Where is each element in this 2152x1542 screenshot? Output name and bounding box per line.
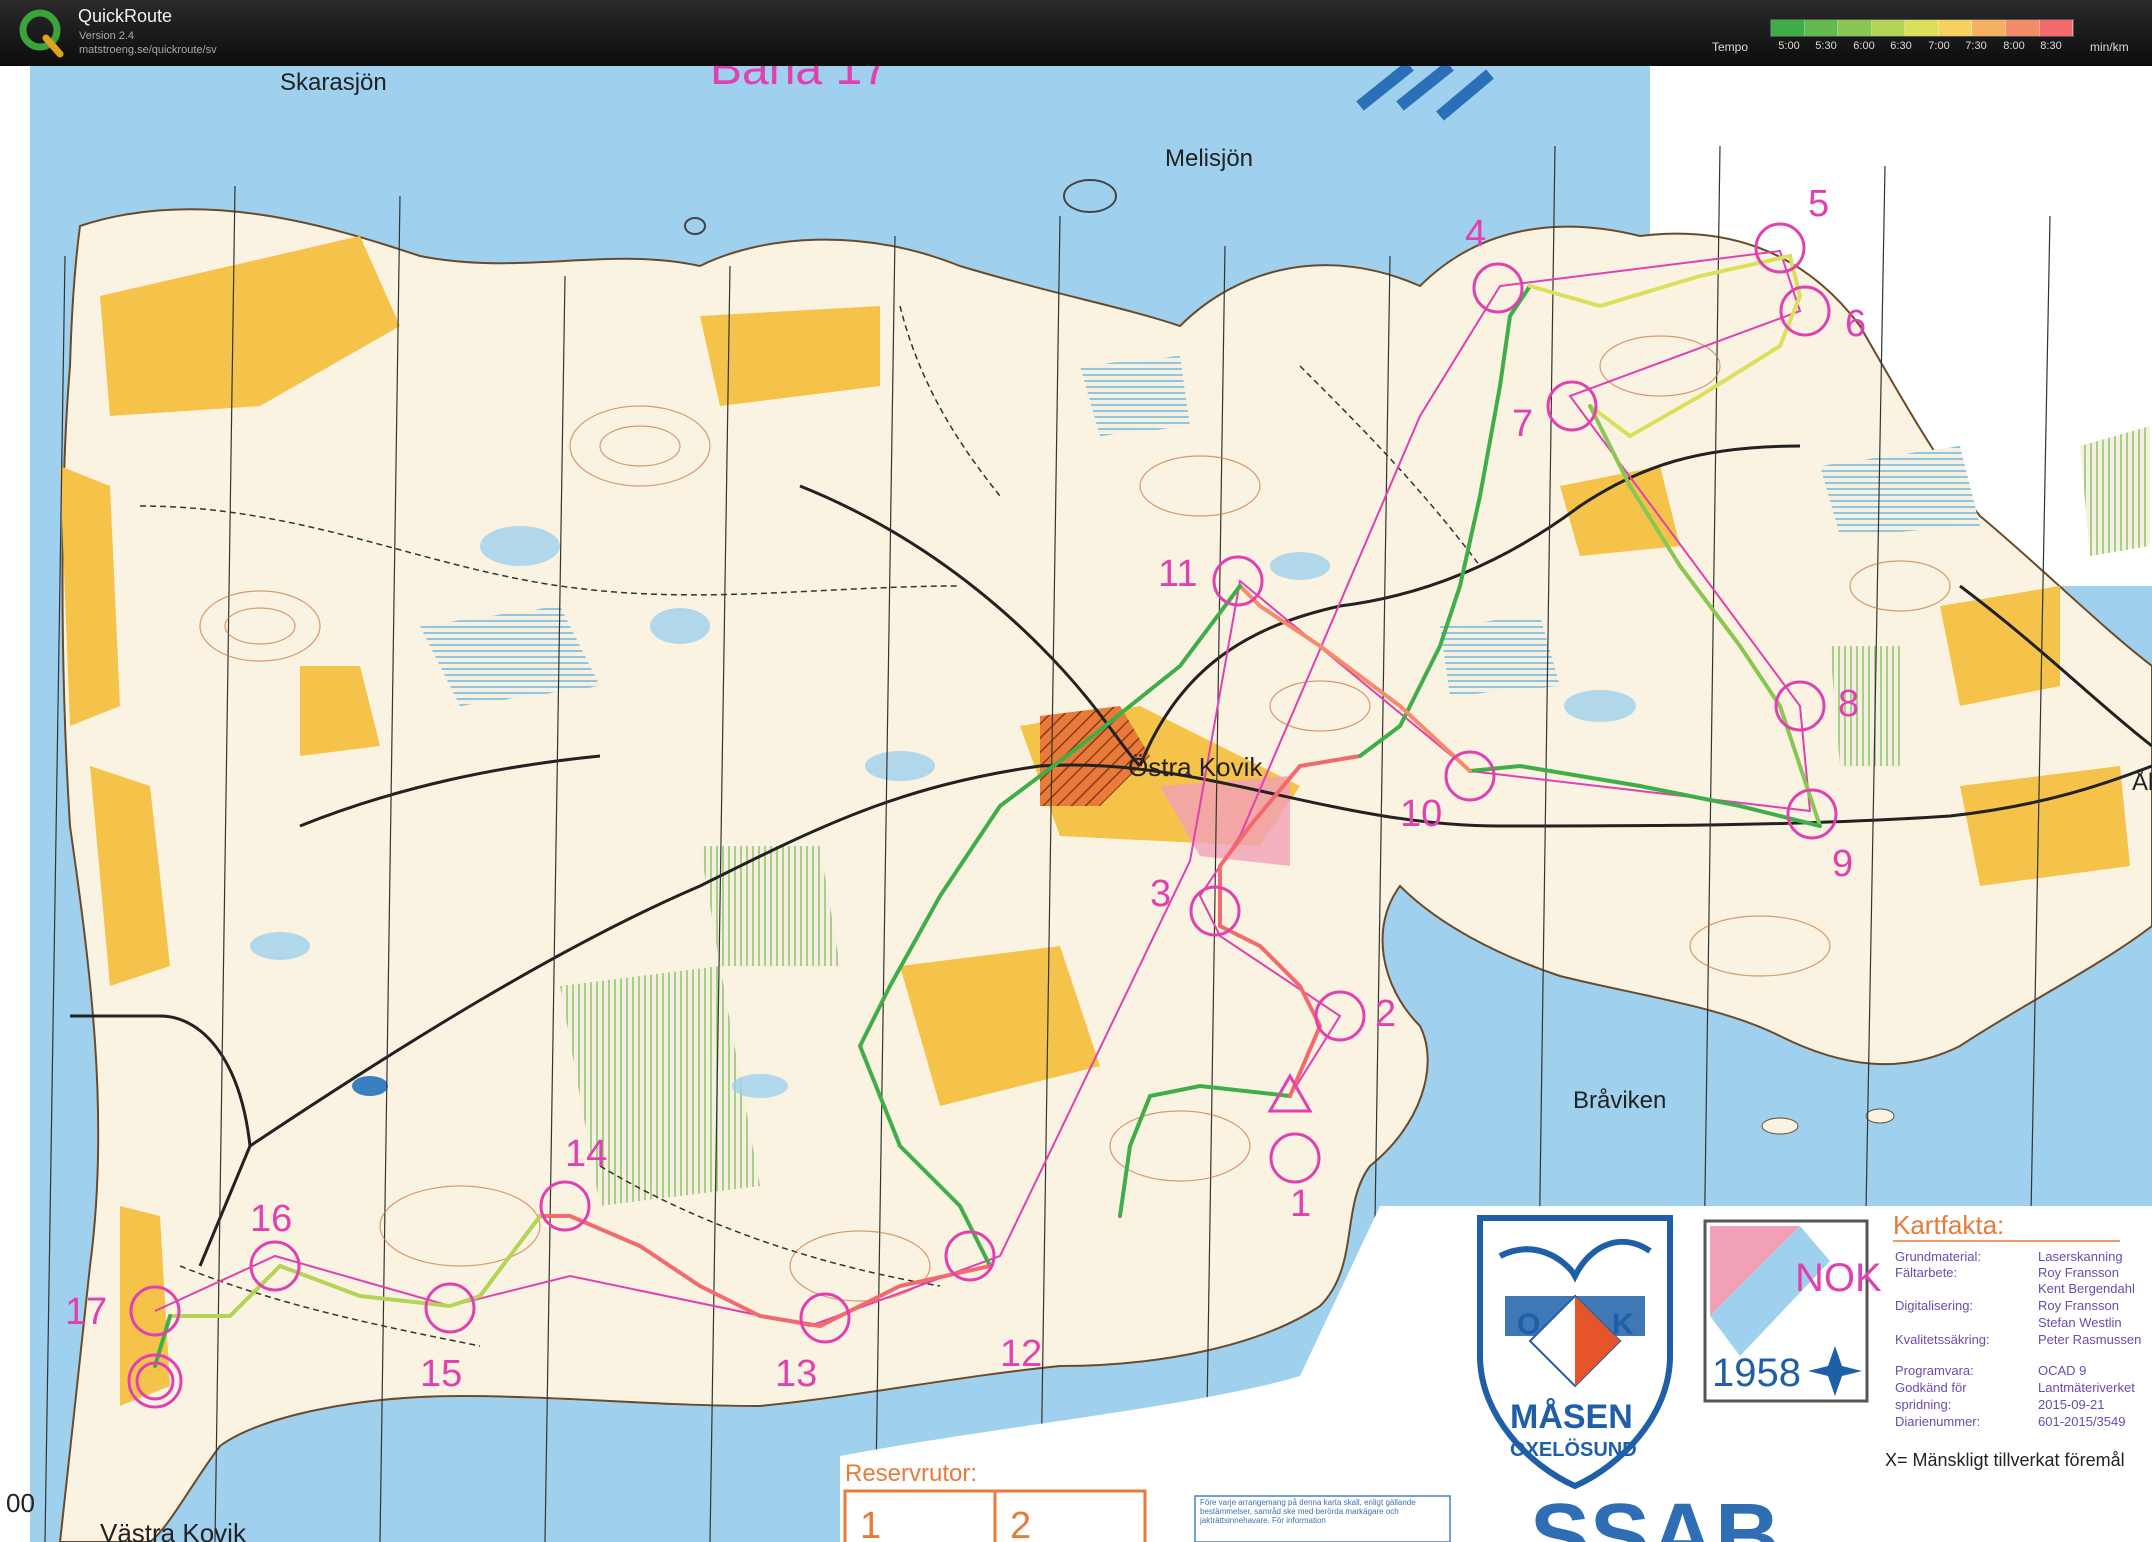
control-number-6: 6 [1845, 303, 1866, 345]
svg-text:2015-09-21: 2015-09-21 [2038, 1397, 2105, 1412]
tempo-color-swatch [1972, 20, 2006, 36]
svg-text:Roy Fransson: Roy Fransson [2038, 1298, 2119, 1313]
svg-text:Fältarbete:: Fältarbete: [1895, 1265, 1957, 1280]
pond [352, 1076, 388, 1096]
svg-text:Grundmaterial:: Grundmaterial: [1895, 1249, 1981, 1264]
tempo-color-swatch [1871, 20, 1906, 36]
svg-text:spridning:: spridning: [1895, 1397, 1951, 1412]
tempo-tick: 8:30 [2040, 40, 2062, 52]
orienteering-map-view[interactable]: 1 2 3 4 5 6 7 8 9 10 11 12 13 14 15 16 1… [0, 66, 2152, 1542]
tempo-color-scale [1770, 19, 2074, 37]
logo-club-town: OXELÖSUND [1510, 1438, 1637, 1461]
scale-fragment: 00 [6, 1488, 35, 1518]
control-number-14: 14 [565, 1133, 607, 1175]
logo-letter-o: O [1517, 1308, 1540, 1341]
control-number-5: 5 [1808, 183, 1829, 225]
control-number-12: 12 [1000, 1333, 1042, 1375]
place-name-vastra-kovik: Västra Kovik [100, 1518, 247, 1542]
control-number-17: 17 [65, 1291, 107, 1333]
control-number-10: 10 [1400, 793, 1442, 835]
svg-text:Laserskanning: Laserskanning [2038, 1249, 2123, 1264]
svg-text:601-2015/3549: 601-2015/3549 [2038, 1414, 2125, 1429]
notice-text: Före varje arrangemang på denna karta sk… [1200, 1498, 1416, 1525]
place-name-skarasjon: Skarasjön [280, 69, 387, 96]
nok-logo-text: NOK [1795, 1256, 1882, 1300]
svg-text:Stefan Westlin: Stefan Westlin [2038, 1315, 2122, 1330]
pond [1063, 179, 1117, 213]
tempo-label: Tempo [1712, 40, 1749, 54]
sponsor-logo: SSAB [1530, 1486, 1780, 1542]
app-name: QuickRoute [78, 6, 173, 26]
tempo-color-swatch [1938, 20, 1973, 36]
tempo-ticks: 5:00 5:30 6:00 6:30 7:00 7:30 8:00 8:30 [1770, 40, 2072, 54]
tempo-color-swatch [2039, 20, 2074, 36]
svg-text:Peter Rasmussen: Peter Rasmussen [2038, 1332, 2141, 1347]
tempo-color-swatch [2005, 20, 2040, 36]
control-number-9: 9 [1832, 843, 1853, 885]
control-number-4: 4 [1465, 213, 1486, 255]
kartfakta-footnote: X= Mänskligt tillverkat föremål [1885, 1450, 2125, 1470]
control-number-8: 8 [1838, 683, 1859, 725]
course-title: Bana 17 [710, 66, 889, 95]
svg-text:Diarienummer:: Diarienummer: [1895, 1414, 1980, 1429]
tempo-unit: min/km [2090, 40, 2129, 54]
pond [684, 217, 706, 235]
place-name-melisjon: Melisjön [1165, 145, 1253, 172]
islet [1865, 1108, 1895, 1124]
svg-text:Godkänd för: Godkänd för [1895, 1380, 1967, 1395]
control-number-11: 11 [1158, 553, 1197, 595]
tempo-color-swatch [1771, 20, 1805, 36]
unmapped-margin [0, 66, 30, 1542]
tempo-tick: 6:00 [1853, 40, 1875, 52]
svg-text:OCAD 9: OCAD 9 [2038, 1363, 2086, 1378]
place-name-al: Ål [2132, 768, 2152, 796]
islet [1761, 1117, 1799, 1135]
svg-text:Kvalitetssäkring:: Kvalitetssäkring: [1895, 1332, 1990, 1347]
tempo-tick: 7:30 [1965, 40, 1987, 52]
notice-text-container: Före varje arrangemang på denna karta sk… [1200, 1498, 1416, 1525]
control-number-7: 7 [1512, 403, 1533, 445]
tempo-tick: 8:00 [2003, 40, 2025, 52]
tempo-tick: 6:30 [1890, 40, 1912, 52]
logo-club-name: MÅSEN [1510, 1398, 1633, 1436]
svg-text:Roy Fransson: Roy Fransson [2038, 1265, 2119, 1280]
svg-text:Lantmäteriverket: Lantmäteriverket [2038, 1380, 2135, 1395]
app-version: Version 2.4 [79, 30, 135, 42]
place-name-ostra-kovik: Östra Kovik [1128, 752, 1263, 782]
place-name-braviken: Bråviken [1573, 1087, 1666, 1114]
svg-text:Digitalisering:: Digitalisering: [1895, 1298, 1973, 1313]
control-number-16: 16 [250, 1198, 292, 1240]
app-url: matstroeng.se/quickroute/sv [79, 44, 217, 56]
reserve-box-1: 1 [860, 1505, 881, 1542]
kartfakta-title: Kartfakta: [1893, 1210, 2004, 1240]
nok-logo: NOK 1958 [1703, 1219, 1882, 1403]
tempo-color-swatch [1804, 20, 1839, 36]
logo-letter-k: K [1612, 1308, 1634, 1341]
control-number-1: 1 [1290, 1183, 1311, 1225]
control-number-2: 2 [1375, 993, 1396, 1035]
tempo-color-swatch [1905, 20, 1939, 36]
map-canvas[interactable]: 1 2 3 4 5 6 7 8 9 10 11 12 13 14 15 16 1… [0, 66, 2152, 1542]
tempo-tick: 5:30 [1815, 40, 1837, 52]
svg-text:Kent Bergendahl: Kent Bergendahl [2038, 1281, 2135, 1296]
tempo-tick: 7:00 [1928, 40, 1950, 52]
reserve-box-2: 2 [1010, 1505, 1031, 1542]
control-number-13: 13 [775, 1353, 817, 1395]
control-number-15: 15 [420, 1353, 462, 1395]
svg-text:Programvara:: Programvara: [1895, 1363, 1974, 1378]
tempo-color-swatch [1838, 20, 1872, 36]
reservrutor-title: Reservrutor: [845, 1460, 977, 1487]
quickroute-logo-icon [19, 9, 64, 58]
app-title-bar: QuickRoute Version 2.4 matstroeng.se/qui… [0, 0, 2152, 66]
control-number-3: 3 [1150, 873, 1171, 915]
nok-logo-year: 1958 [1712, 1351, 1801, 1395]
tempo-tick: 5:00 [1778, 40, 1800, 52]
